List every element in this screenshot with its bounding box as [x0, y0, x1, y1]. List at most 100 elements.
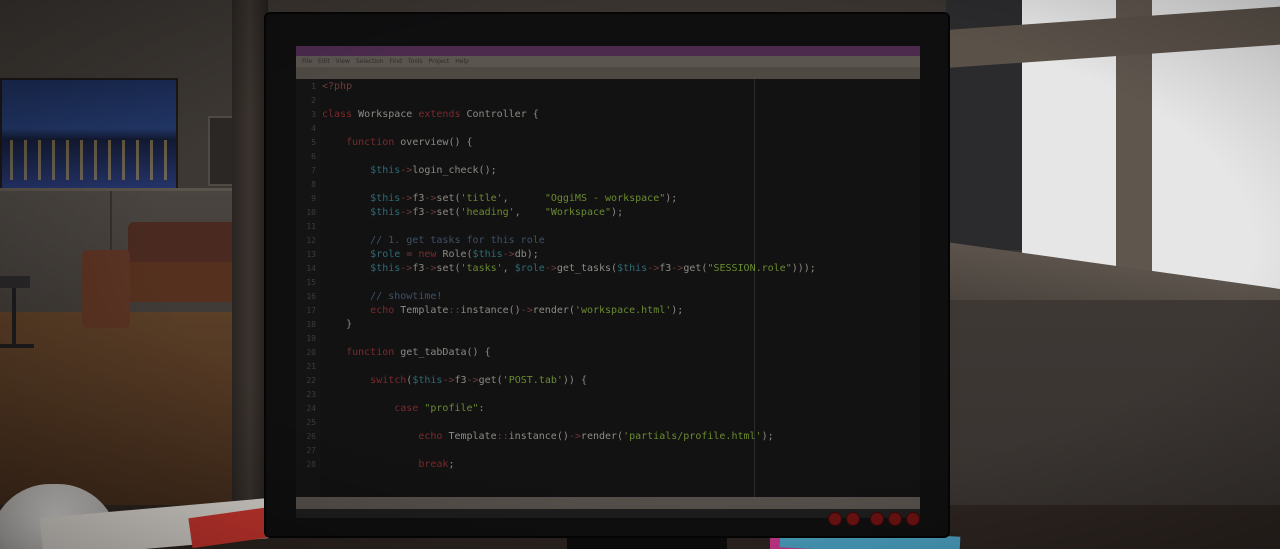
monitor-button[interactable]	[906, 512, 920, 526]
menu-item-view[interactable]: View	[336, 58, 350, 65]
code-token: new	[418, 249, 443, 260]
code-token: ,	[502, 263, 515, 274]
code-text: // showtime!	[322, 290, 442, 304]
menu-item-find[interactable]: Find	[390, 58, 402, 65]
code-line: 16 // showtime!	[296, 290, 916, 304]
code-line: 2	[296, 94, 916, 108]
editor-tabbar	[296, 67, 920, 79]
code-line: 23	[296, 388, 916, 402]
code-token: ->	[647, 263, 660, 274]
code-line: 9 $this->f3->set('title', "OggiMS - work…	[296, 192, 916, 206]
monitor-button[interactable]	[888, 512, 902, 526]
code-line: 5 function overview() {	[296, 136, 916, 150]
horizontal-scrollbar[interactable]	[296, 509, 920, 518]
code-token: "Workspace"	[544, 207, 612, 218]
monitor-button[interactable]	[828, 512, 842, 526]
code-line: 1 <?php	[296, 80, 916, 94]
code-line: 8	[296, 178, 916, 192]
code-token: Template	[448, 431, 497, 442]
code-token: extends	[418, 109, 467, 120]
code-token: ;	[448, 459, 455, 470]
sofa-seat	[122, 262, 242, 302]
line-number: 23	[306, 390, 316, 399]
code-line: 4	[296, 122, 916, 136]
code-editor[interactable]: 1 <?php 2 3 class Workspace extends Controll…	[296, 79, 920, 497]
code-line: 22 switch($this->f3->get('POST.tab')) {	[296, 374, 916, 388]
code-token: );	[761, 431, 774, 442]
code-token: "SESSION.role"	[707, 263, 792, 274]
code-token: ,	[502, 193, 545, 204]
menu-item-edit[interactable]: Edit	[318, 58, 330, 65]
code-token: get(	[683, 263, 708, 274]
code-token: $role	[370, 249, 401, 260]
line-number: 16	[306, 292, 316, 301]
line-number: 7	[311, 166, 316, 175]
code-token: ::	[448, 305, 461, 316]
monitor-button[interactable]	[846, 512, 860, 526]
menu-item-project[interactable]: Project	[429, 58, 450, 65]
code-token: function	[346, 137, 401, 148]
code-token: switch	[370, 375, 407, 386]
line-number: 21	[306, 362, 316, 371]
code-text: // 1. get tasks for this role	[322, 234, 545, 248]
code-token: db);	[514, 249, 539, 260]
menu-item-help[interactable]: Help	[455, 58, 469, 65]
code-text: $role = new Role($this->db);	[322, 248, 539, 262]
editor-statusbar	[296, 497, 920, 509]
code-line: 24 case "profile":	[296, 402, 916, 416]
code-token: $this	[472, 249, 503, 260]
line-number: 9	[311, 194, 316, 203]
line-number: 27	[306, 446, 316, 455]
monitor-button[interactable]	[870, 512, 884, 526]
code-token: $this	[370, 263, 401, 274]
menu-item-tools[interactable]: Tools	[408, 58, 423, 65]
line-number: 6	[311, 152, 316, 161]
code-token: );	[671, 305, 684, 316]
door-frame	[232, 0, 268, 520]
code-token: set(	[436, 193, 461, 204]
code-token: ->	[424, 207, 437, 218]
monitor-buttons	[828, 512, 920, 526]
code-line: 18 }	[296, 318, 916, 332]
code-token: ->	[424, 193, 437, 204]
line-number: 8	[311, 180, 316, 189]
code-token: instance()	[508, 431, 569, 442]
code-token: get_tasks(	[556, 263, 618, 274]
code-token: case	[394, 403, 425, 414]
code-token: echo	[418, 431, 449, 442]
code-token: render(	[580, 431, 624, 442]
line-number: 11	[306, 222, 316, 231]
editor-menubar: File Edit View Selection Find Tools Proj…	[296, 56, 920, 67]
code-token: Workspace	[358, 109, 419, 120]
menu-item-selection[interactable]: Selection	[356, 58, 384, 65]
office-chair	[0, 248, 34, 360]
line-number: 26	[306, 432, 316, 441]
code-token: $this	[370, 207, 401, 218]
code-token: ->	[671, 263, 684, 274]
code-token: }	[322, 319, 353, 330]
sofa-arm	[82, 250, 130, 328]
code-token: login_check();	[412, 165, 497, 176]
code-token: f3	[412, 263, 425, 274]
code-line: 12 // 1. get tasks for this role	[296, 234, 916, 248]
line-number: 17	[306, 306, 316, 315]
line-number: 5	[311, 138, 316, 147]
code-line: 21	[296, 360, 916, 374]
line-number: 19	[306, 334, 316, 343]
line-number: 28	[306, 460, 316, 469]
code-token: ->	[544, 263, 557, 274]
line-number: 3	[311, 110, 316, 119]
menu-item-file[interactable]: File	[302, 58, 312, 65]
code-token: Role(	[442, 249, 473, 260]
code-text: break;	[322, 458, 454, 472]
line-number: 4	[311, 124, 316, 133]
